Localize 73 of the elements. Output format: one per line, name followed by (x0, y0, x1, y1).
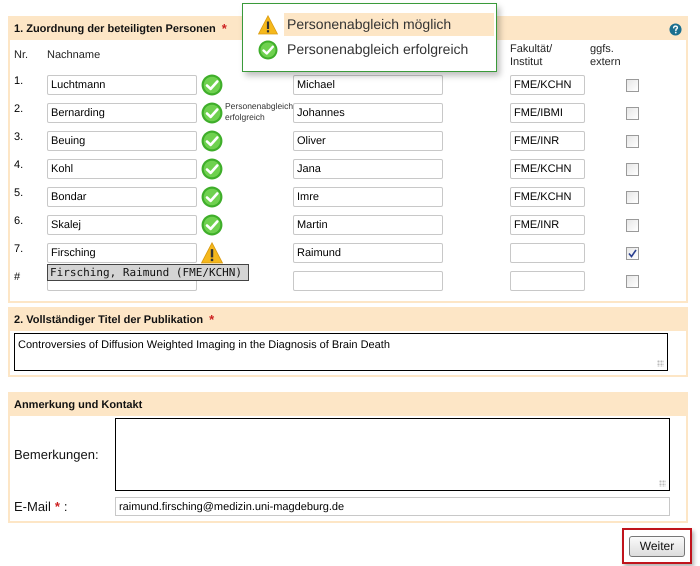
title-field[interactable]: Controversies of Diffusion Weighted Imaging in the Diagnosis of Brain Death (14, 333, 668, 371)
faculty-field[interactable]: FME/KCHN (510, 187, 585, 207)
field-value: Controversies of Diffusion Weighted Imaging in the Diagnosis of Brain Death (18, 339, 390, 351)
warning-icon (201, 242, 223, 264)
next-button[interactable]: Weiter (629, 536, 685, 556)
checkbox[interactable] (626, 190, 639, 204)
first-name-field[interactable]: Raimund (293, 243, 443, 263)
last-name-field[interactable]: Kohl (47, 159, 197, 179)
first-name-field[interactable]: Imre (293, 187, 443, 207)
required-marker: * (222, 20, 227, 38)
row-number: 1. (14, 74, 24, 89)
legend-item[interactable]: Personenabgleich erfolgreich (284, 38, 494, 61)
checkbox[interactable] (626, 134, 639, 148)
check-circle-icon (201, 214, 223, 236)
first-name-field[interactable]: Oliver (293, 131, 443, 151)
checkbox[interactable] (626, 218, 639, 232)
faculty-field[interactable]: FME/KCHN (510, 159, 585, 179)
section-title: 2. Vollständiger Titel der Publikation (14, 312, 204, 328)
help-icon[interactable] (669, 22, 682, 36)
row-number: 3. (14, 130, 24, 145)
column-header: Fakultät/ Institut (510, 42, 554, 68)
last-name-field[interactable]: Bernarding (47, 103, 197, 123)
required-marker: * (54, 498, 60, 516)
last-name-field[interactable]: Luchtmann (47, 75, 197, 95)
remarks-field[interactable] (115, 418, 670, 491)
colon-text: : (64, 498, 68, 516)
row-number: # (14, 270, 22, 285)
faculty-field[interactable] (510, 271, 585, 291)
first-name-field[interactable]: Michael (293, 75, 443, 95)
email-field[interactable]: raimund.firsching@medizin.uni-magdeburg.de (115, 497, 670, 516)
column-header: Nachname (47, 48, 102, 64)
required-marker: * (209, 311, 214, 330)
last-name-field[interactable]: Skalej (47, 215, 197, 235)
section-title: Anmerkung und Kontakt (14, 398, 142, 413)
warning-icon (258, 14, 278, 34)
resize-grip-icon[interactable] (659, 480, 666, 487)
checkbox[interactable] (626, 162, 639, 176)
first-name-field[interactable]: Johannes (293, 103, 443, 123)
last-name-field[interactable]: Bondar (47, 187, 197, 207)
first-name-field[interactable]: Martin (293, 215, 443, 235)
last-name-field[interactable]: Firsching (47, 243, 197, 263)
checkbox[interactable] (626, 78, 639, 92)
check-circle-icon (201, 158, 223, 180)
resize-grip-icon[interactable] (657, 360, 664, 367)
faculty-field[interactable]: FME/INR (510, 131, 585, 151)
row-number: 6. (14, 214, 24, 229)
check-circle-icon (201, 102, 223, 124)
checkbox[interactable] (626, 106, 639, 120)
check-circle-icon (258, 40, 278, 60)
legend-item[interactable]: Personenabgleich möglich (284, 13, 494, 36)
email-label: E-Mail (14, 498, 51, 516)
row-number: 5. (14, 186, 24, 201)
check-circle-icon (201, 130, 223, 152)
row-number: 2. (14, 102, 24, 117)
autocomplete-menu[interactable]: Firsching, Raimund (FME/KCHN) (47, 264, 249, 281)
check-circle-icon (201, 74, 223, 96)
check-circle-icon (201, 186, 223, 208)
column-header: Nr. (14, 48, 30, 64)
column-header: ggfs. extern (589, 42, 622, 68)
faculty-field[interactable] (510, 243, 585, 263)
faculty-field[interactable]: FME/INR (510, 215, 585, 235)
checkbox[interactable] (626, 274, 639, 288)
remarks-label: Bemerkungen: (14, 446, 100, 464)
checkbox[interactable] (626, 246, 639, 260)
faculty-field[interactable]: FME/KCHN (510, 75, 585, 95)
faculty-field[interactable]: FME/IBMI (510, 103, 585, 123)
last-name-field[interactable]: Beuing (47, 131, 197, 151)
first-name-field[interactable]: Jana (293, 159, 443, 179)
row-number: 7. (14, 242, 24, 257)
first-name-field[interactable] (293, 271, 443, 291)
section-title: 1. Zuordnung der beteiligten Personen (14, 22, 216, 37)
row-number: 4. (14, 158, 24, 173)
tooltip-label: Personenabgleich erfolgreich (225, 101, 292, 123)
